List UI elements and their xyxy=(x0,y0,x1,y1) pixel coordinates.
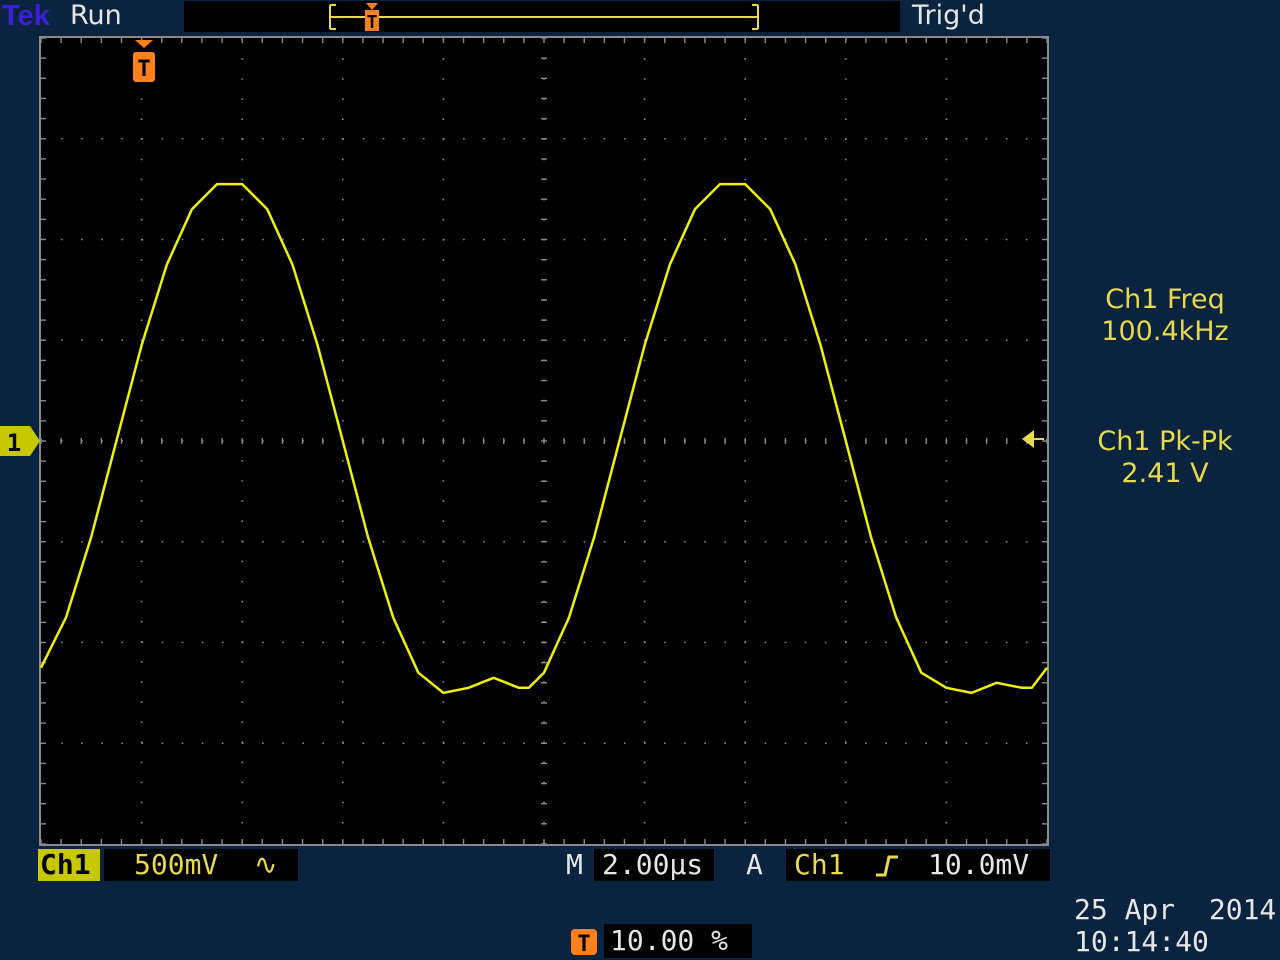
timebase-box[interactable]: 2.00µs xyxy=(594,849,714,881)
svg-text:1: 1 xyxy=(7,429,21,457)
brand-logo: Tek xyxy=(2,0,50,32)
svg-text:T: T xyxy=(137,57,150,82)
rising-edge-icon xyxy=(874,855,900,881)
trigger-position-icon: T xyxy=(365,3,379,33)
pkpk-label: Ch1 Pk-Pk xyxy=(1097,426,1233,457)
trigger-position-marker-icon: T xyxy=(570,928,598,960)
trigger-state: Trig'd xyxy=(912,0,985,31)
trigger-level: 10.0mV xyxy=(928,848,1030,881)
ch1-scale-box[interactable]: 500mV ∿ xyxy=(104,849,298,881)
ch1-label: Ch1 xyxy=(40,848,91,881)
timebase-prefix: M xyxy=(566,848,583,881)
acquisition-state: Run xyxy=(70,0,122,31)
time-display: 10:14:40 xyxy=(1074,925,1209,958)
record-bracket: T xyxy=(329,3,759,33)
ch1-scale: 500mV xyxy=(134,848,219,881)
svg-text:T: T xyxy=(367,12,378,32)
trigger-mode: A xyxy=(746,848,763,881)
trigger-position-value: 10.00 % xyxy=(610,924,729,957)
record-view-bar: T xyxy=(184,1,900,33)
bandwidth-limit-icon: ∿ xyxy=(254,848,278,881)
timebase-value: 2.00µs xyxy=(602,848,704,881)
ch1-label-box[interactable]: Ch1 xyxy=(38,849,100,881)
trigger-level-arrow-icon[interactable] xyxy=(1020,428,1046,454)
channel-ground-marker-icon[interactable]: 1 xyxy=(0,424,42,462)
date-display: 25 Apr 2014 xyxy=(1074,893,1277,926)
trigger-marker-icon[interactable]: T xyxy=(131,38,157,88)
trigger-source: Ch1 xyxy=(794,848,845,881)
trigger-position-box[interactable]: 10.00 % xyxy=(604,924,752,958)
freq-value: 100.4kHz xyxy=(1101,316,1229,347)
graticule-svg xyxy=(39,36,1049,846)
pkpk-value: 2.41 V xyxy=(1121,458,1209,489)
trigger-settings-box[interactable]: Ch1 10.0mV xyxy=(786,849,1050,881)
waveform-display xyxy=(39,36,1049,846)
oscilloscope-screen: Tek Run T Trig'd T 1 Ch1 Freq 100.4kHz C… xyxy=(0,0,1280,960)
freq-label: Ch1 Freq xyxy=(1105,284,1225,315)
svg-text:T: T xyxy=(577,932,590,956)
